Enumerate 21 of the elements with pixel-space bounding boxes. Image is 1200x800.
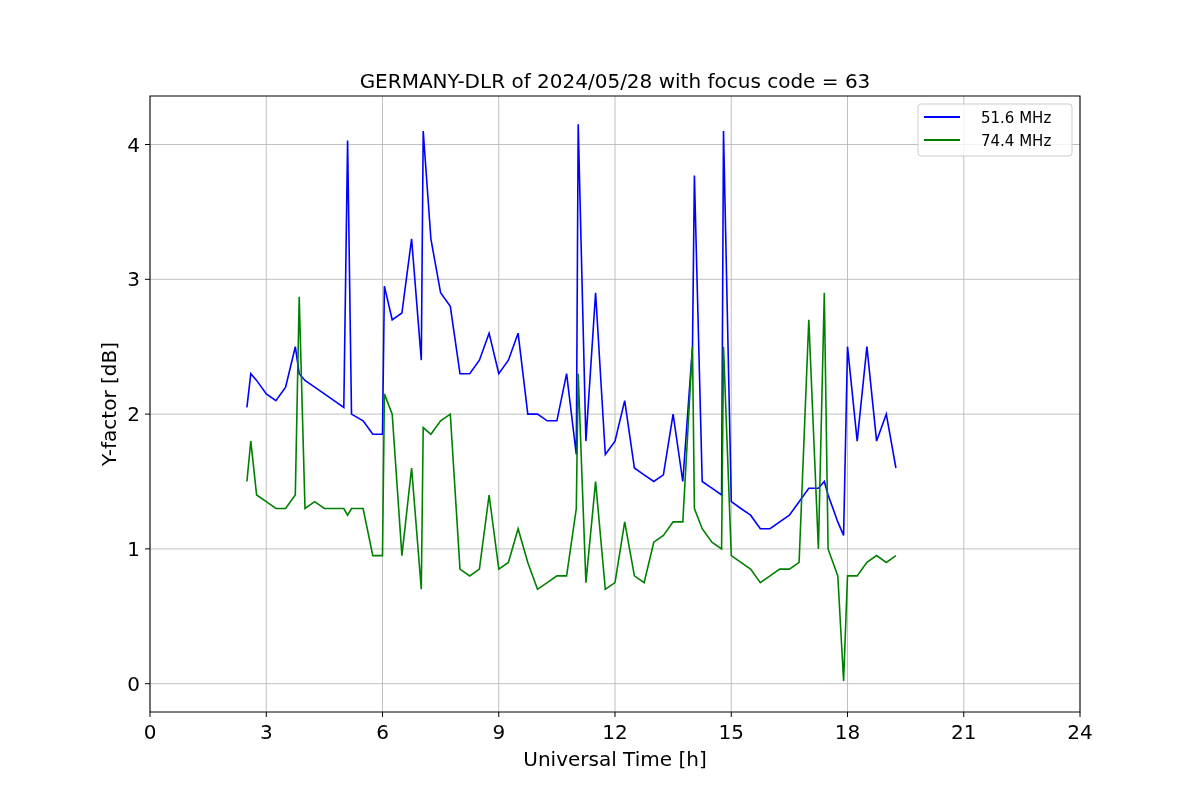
y-tick-label: 1 — [127, 536, 140, 561]
y-tick-label: 0 — [127, 671, 140, 696]
x-tick-label: 9 — [492, 720, 506, 744]
legend-line-icon — [923, 139, 961, 141]
x-tick-label: 12 — [602, 720, 628, 744]
y-tick-label: 2 — [127, 402, 140, 427]
legend-line-icon — [923, 116, 961, 118]
x-tick-label: 6 — [376, 720, 389, 744]
x-tick-label: 3 — [259, 720, 273, 744]
x-tick-label: 0 — [143, 720, 157, 744]
x-tick-label: 24 — [1067, 720, 1093, 744]
legend-label: 51.6 MHz — [981, 109, 1052, 127]
y-axis-label: Y-factor [dB] — [97, 342, 121, 466]
x-tick-label: 15 — [718, 720, 744, 744]
y-tick-label: 3 — [127, 267, 140, 292]
x-tick-label: 21 — [951, 720, 977, 744]
chart-title: GERMANY-DLR of 2024/05/28 with focus code = 63 — [359, 69, 871, 93]
x-axis-label: Universal Time [h] — [523, 747, 707, 771]
x-tick-label: 18 — [834, 720, 861, 744]
y-tick-label: 4 — [127, 132, 140, 157]
legend-label: 74.4 MHz — [981, 132, 1052, 150]
